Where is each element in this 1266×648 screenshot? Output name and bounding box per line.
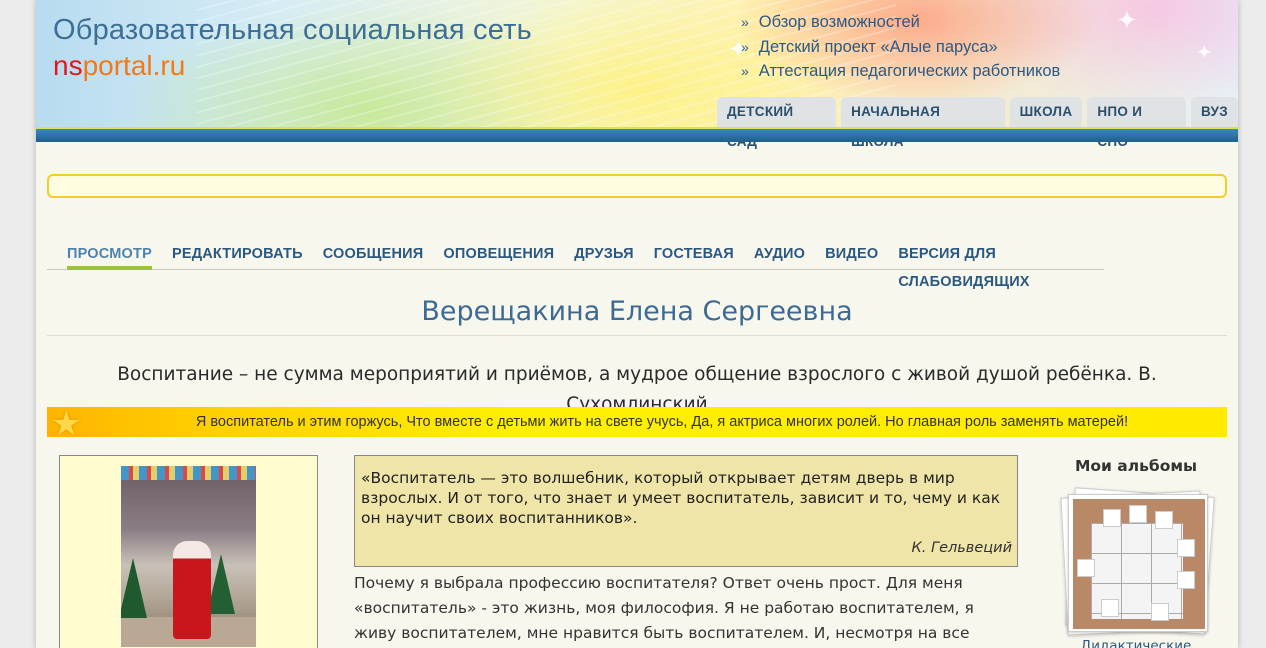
page: ✦ ✦ ✦ Образовательная социальная сеть ns… xyxy=(36,0,1238,648)
nav-low-vision[interactable]: ВЕРСИЯ ДЛЯ СЛАБОВИДЯЩИХ xyxy=(898,240,1084,290)
photo-tree xyxy=(121,558,147,618)
album-tile xyxy=(1077,559,1095,577)
profile-photo-panel xyxy=(59,455,318,648)
site-header: ✦ ✦ ✦ Образовательная социальная сеть ns… xyxy=(36,0,1238,149)
about-text: Почему я выбрала профессию воспитателя? … xyxy=(354,574,974,642)
bullet-icon: » xyxy=(741,38,749,55)
header-bar xyxy=(36,127,1238,142)
album-image xyxy=(1073,499,1205,629)
bullet-icon: » xyxy=(741,14,749,30)
nav-video[interactable]: ВИДЕО xyxy=(825,240,878,269)
profile-photo[interactable] xyxy=(121,466,256,647)
nav-edit[interactable]: РЕДАКТИРОВАТЬ xyxy=(172,240,303,269)
sparkle-icon: ✦ xyxy=(1116,6,1138,36)
quote-author: К. Гельвеций xyxy=(911,540,1012,556)
banner-text: Я воспитатель и этим горжусь, Что вместе… xyxy=(195,414,1129,430)
nav-guestbook[interactable]: ГОСТЕВАЯ xyxy=(654,240,734,269)
site-logo[interactable]: nsportal.ru xyxy=(53,50,185,82)
logo-ns: ns xyxy=(53,50,83,81)
profile-nav: ПРОСМОТР РЕДАКТИРОВАТЬ СООБЩЕНИЯ ОПОВЕЩЕ… xyxy=(47,240,1104,290)
quote-text: «Воспитатель — это волшебник, который от… xyxy=(361,469,1001,527)
nav-audio[interactable]: АУДИО xyxy=(754,240,805,269)
tab-kindergarten[interactable]: ДЕТСКИЙ САД xyxy=(717,97,837,149)
album-tile xyxy=(1101,599,1119,617)
top-links: » Обзор возможностей » Детский проект «Алы… xyxy=(741,10,1060,84)
tab-university[interactable]: ВУЗ xyxy=(1191,97,1238,127)
logo-domain: portal.ru xyxy=(82,50,186,81)
album-card xyxy=(1068,494,1208,632)
nav-friends[interactable]: ДРУЗЬЯ xyxy=(574,240,633,269)
album-tile xyxy=(1177,571,1195,589)
album-tile xyxy=(1155,511,1173,529)
album-tile xyxy=(1103,509,1121,527)
album-tile xyxy=(1177,539,1195,557)
star-icon: ★ xyxy=(51,404,82,444)
sparkle-icon: ✦ xyxy=(1196,40,1213,64)
top-link-alye-parusa[interactable]: » Детский проект «Алые паруса» xyxy=(741,35,1060,60)
notice-box xyxy=(47,174,1227,198)
bullet-icon: » xyxy=(741,63,749,79)
tab-npo-spo[interactable]: НПО И СПО xyxy=(1087,97,1186,149)
album-thumbnail[interactable] xyxy=(1056,487,1215,636)
marquee-banner: ★ Я воспитатель и этим горжусь, Что вмес… xyxy=(47,404,1227,444)
quote-box: «Воспитатель — это волшебник, который от… xyxy=(354,455,1018,567)
nav-messages[interactable]: СООБЩЕНИЯ xyxy=(323,240,424,269)
album-tile xyxy=(1129,505,1147,523)
nav-view[interactable]: ПРОСМОТР xyxy=(67,240,152,270)
album-caption[interactable]: Дидактические xyxy=(1076,638,1196,648)
profile-name: Верещакина Елена Сергеевна xyxy=(47,290,1227,336)
photo-garland xyxy=(121,466,256,480)
top-link-attestation[interactable]: » Аттестация педагогических работников xyxy=(741,59,1060,84)
education-level-tabs: ДЕТСКИЙ САД НАЧАЛЬНАЯ ШКОЛА ШКОЛА НПО И … xyxy=(717,97,1238,149)
album-tile xyxy=(1151,603,1169,621)
tab-primary-school[interactable]: НАЧАЛЬНАЯ ШКОЛА xyxy=(841,97,1005,149)
tab-school[interactable]: ШКОЛА xyxy=(1009,97,1083,127)
photo-santa xyxy=(173,541,211,639)
top-link-features[interactable]: » Обзор возможностей xyxy=(741,10,1060,35)
albums-title: Мои альбомы xyxy=(1074,457,1198,475)
nav-notifications[interactable]: ОПОВЕЩЕНИЯ xyxy=(443,240,554,269)
photo-tree xyxy=(207,554,235,614)
site-title[interactable]: Образовательная социальная сеть xyxy=(53,14,532,47)
